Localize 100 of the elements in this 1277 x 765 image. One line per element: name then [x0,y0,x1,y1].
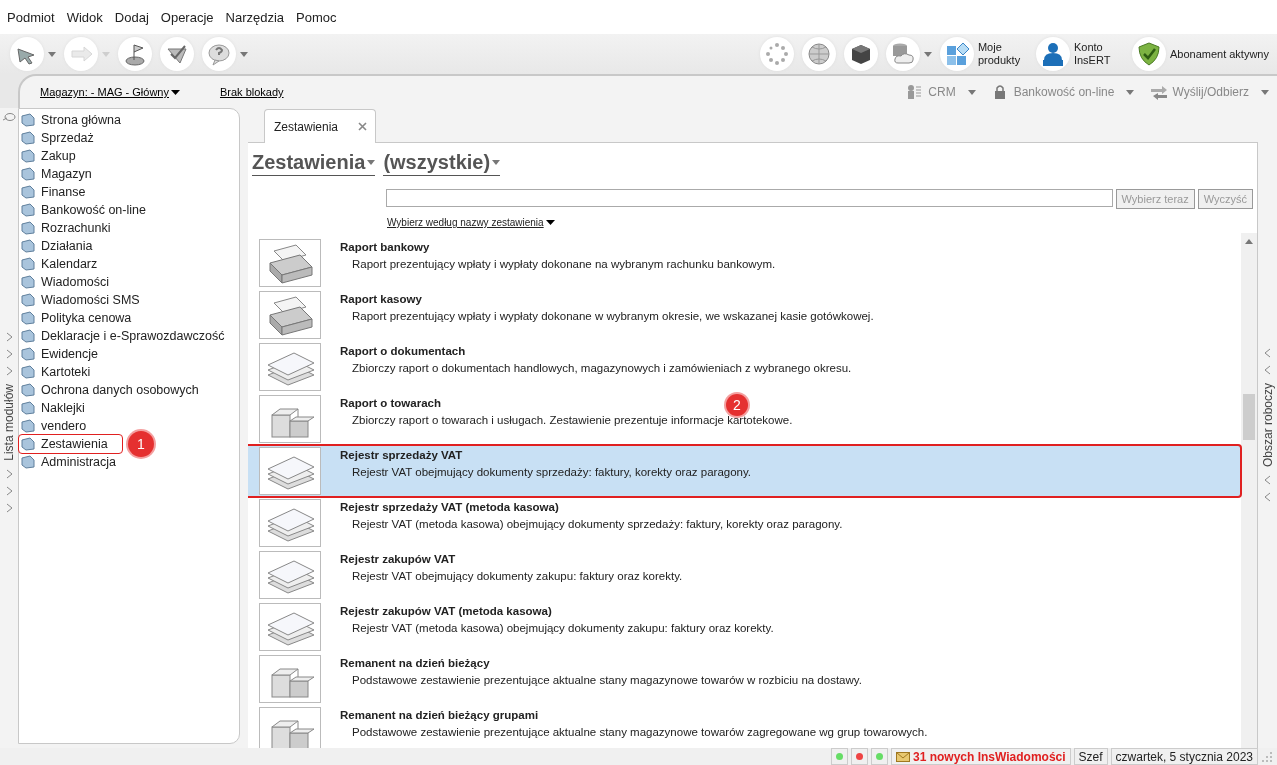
sidebar-item[interactable]: Kalendarz [19,255,98,273]
sidebar-item[interactable]: Deklaracje i e-Sprawozdawczość [19,327,225,345]
sidebar-item[interactable]: Zakup [19,147,76,165]
module-icon [20,293,36,307]
caret-icon[interactable] [367,159,376,165]
sidebar-item[interactable]: Kartoteki [19,363,91,381]
person-button[interactable]: Konto InsERT [1035,37,1124,71]
module-icon [20,149,36,163]
module-icon [20,203,36,217]
caret-icon[interactable] [240,51,248,57]
messages-link[interactable]: 31 nowych InsWiadomości [890,748,1071,765]
report-description: Podstawowe zestawienie prezentujące aktualne stany magazynowe towarów w rozbiciu na dostawy. [352,674,862,686]
module-icon [20,437,36,451]
report-title: Rejestr sprzedaży VAT (metoda kasowa) [340,501,559,513]
warehouse-dropdown[interactable]: Magazyn: - MAG - Główny [40,86,180,98]
tab[interactable]: Zestawienia [264,109,377,143]
report-title: Raport o towarach [340,397,441,409]
menu-item[interactable]: Pomoc [296,9,337,25]
caret-icon[interactable] [923,51,932,57]
module-icon [20,257,36,271]
module-icon [20,275,36,289]
sidebar-item[interactable]: Polityka cenowa [19,309,132,327]
exchange-arrows-icon [1150,84,1169,100]
report-row[interactable]: Remanent na dzień bieżący Podstawowe zestawienie prezentujące aktualne stany magazynowe towarów w rozbiciu na dostawy. [248,653,1241,705]
caret-icon[interactable] [1126,89,1135,95]
module-icon [20,185,36,199]
report-row[interactable]: Rejestr zakupów VAT Rejestr VAT obejmujący dokumenty zakupu: faktury oraz korekty. [248,549,1241,601]
sidebar-item[interactable]: Administracja [19,453,117,471]
sidebar-item[interactable]: vendero [19,417,87,435]
toolbar-button[interactable] [160,37,194,71]
toolbar-button[interactable] [10,37,56,71]
menu-item[interactable]: Operacje [160,9,214,25]
module-icon [20,113,36,127]
sidebar-item[interactable]: Działania [19,237,93,255]
lock-status-link[interactable]: Brak blokady [220,86,284,98]
shield-button[interactable]: Abonament aktywny [1131,37,1269,71]
spinner-icon [763,41,790,67]
chevron-icon[interactable] [5,485,13,496]
chevron-icon[interactable] [5,502,13,513]
menu-item[interactable]: Narzędzia [225,9,285,25]
module-icon [20,347,36,361]
report-row[interactable]: Raport o dokumentach Zbiorczy raport o dokumentach handlowych, magazynowych i zamówieniach z wybranego okresu. [248,341,1241,393]
envelope-icon [895,751,910,762]
module-icon [20,455,36,469]
tiles-button[interactable]: Moje produkty [939,37,1028,71]
report-row[interactable]: Rejestr sprzedaży VAT Rejestr VAT obejmujący dokumenty sprzedaży: faktury, korekty oraz paragony. [248,445,1241,497]
callout-badge: 2 [726,394,748,416]
resize-grip-icon[interactable] [1261,750,1273,763]
chevron-icon[interactable] [5,468,13,479]
sidebar-item[interactable]: Sprzedaż [19,129,94,147]
report-title: Raport kasowy [340,293,422,305]
menu-item[interactable]: Widok [66,9,103,25]
scroll-thumb[interactable] [1243,394,1255,440]
sidebar-item[interactable]: Naklejki [19,399,85,417]
scroll-up-icon[interactable] [1245,239,1253,244]
shield-icon [1135,41,1162,67]
report-description: Rejestr VAT (metoda kasowa) obejmujący dokumenty zakupu: faktury oraz korekty. [352,622,774,634]
globe-icon [805,41,832,67]
report-row[interactable]: Raport kasowy Raport prezentujący wpłaty i wypłaty dokonane w wybranym okresie, we wskazanej kasie gotówkowej. [248,289,1241,341]
report-description: Raport prezentujący wpłaty i wypłaty dokonane na wybranym rachunku bankowym. [352,258,776,270]
module-icon [20,311,36,325]
callout-badge: 1 [128,431,154,457]
sidebar-item[interactable]: Zestawienia [19,435,122,453]
sidebar-item[interactable]: Wiadomości SMS [19,291,140,309]
report-row[interactable]: Rejestr sprzedaży VAT (metoda kasowa) Rejestr VAT (metoda kasowa) obejmujący dokumenty sprzedaży: faktury, korekty oraz paragony. [248,497,1241,549]
sidebar-item[interactable]: Rozrachunki [19,219,111,237]
menu-item[interactable]: Podmiot [7,9,55,25]
chevron-icon[interactable] [1264,492,1271,503]
scrollbar[interactable] [1241,233,1257,748]
module-icon [20,401,36,415]
sidebar-item[interactable]: Magazyn [19,165,92,183]
menu-item[interactable]: Dodaj [114,9,149,25]
caret-icon[interactable] [492,159,501,165]
report-title: Rejestr sprzedaży VAT [340,449,463,461]
help-bubble-icon [206,41,232,67]
pin-icon[interactable] [2,112,16,122]
sidebar-item[interactable]: Strona główna [19,111,121,129]
sidebar-item[interactable]: Wiadomości [19,273,110,291]
chevron-icon[interactable] [1264,475,1271,486]
module-icon [20,365,36,379]
toolbar-button[interactable] [843,37,878,71]
close-icon[interactable] [358,122,368,131]
caret-icon[interactable] [1261,89,1269,95]
sidebar-item[interactable]: Bankowość on-line [19,201,146,219]
sidebar-item[interactable]: Ewidencje [19,345,98,363]
search-mode-dropdown[interactable]: Wybierz według nazwy zestawienia [387,217,555,228]
filter-dropdown[interactable]: (wszystkie) [383,149,501,176]
search-field[interactable] [386,189,1113,207]
caret-icon[interactable] [967,89,976,95]
report-row[interactable]: Raport o towarach Zbiorczy raport o towarach i usługach. Zestawienie prezentuje informacje kartotekowe. 2 [248,393,1241,445]
sidebar-item[interactable]: Finanse [19,183,86,201]
sidebar-item[interactable]: Ochrona danych osobowych [19,381,199,399]
panel-title: Lista modułów [2,384,16,461]
report-row[interactable]: Rejestr zakupów VAT (metoda kasowa) Rejestr VAT (metoda kasowa) obejmujący dokumenty zakupu: faktury oraz korekty. [248,601,1241,653]
module-icon [20,167,36,181]
report-description: Zbiorczy raport o dokumentach handlowych, magazynowych i zamówieniach z wybranego okresu. [352,362,852,374]
view-dropdown[interactable]: Zestawienia [252,149,376,176]
report-row[interactable]: Raport bankowy Raport prezentujący wpłaty i wypłaty dokonane na wybranym rachunku bankowym. [248,237,1241,289]
caret-icon[interactable] [48,51,56,57]
report-description: Rejestr VAT obejmujący dokumenty zakupu: faktury oraz korekty. [352,570,683,582]
